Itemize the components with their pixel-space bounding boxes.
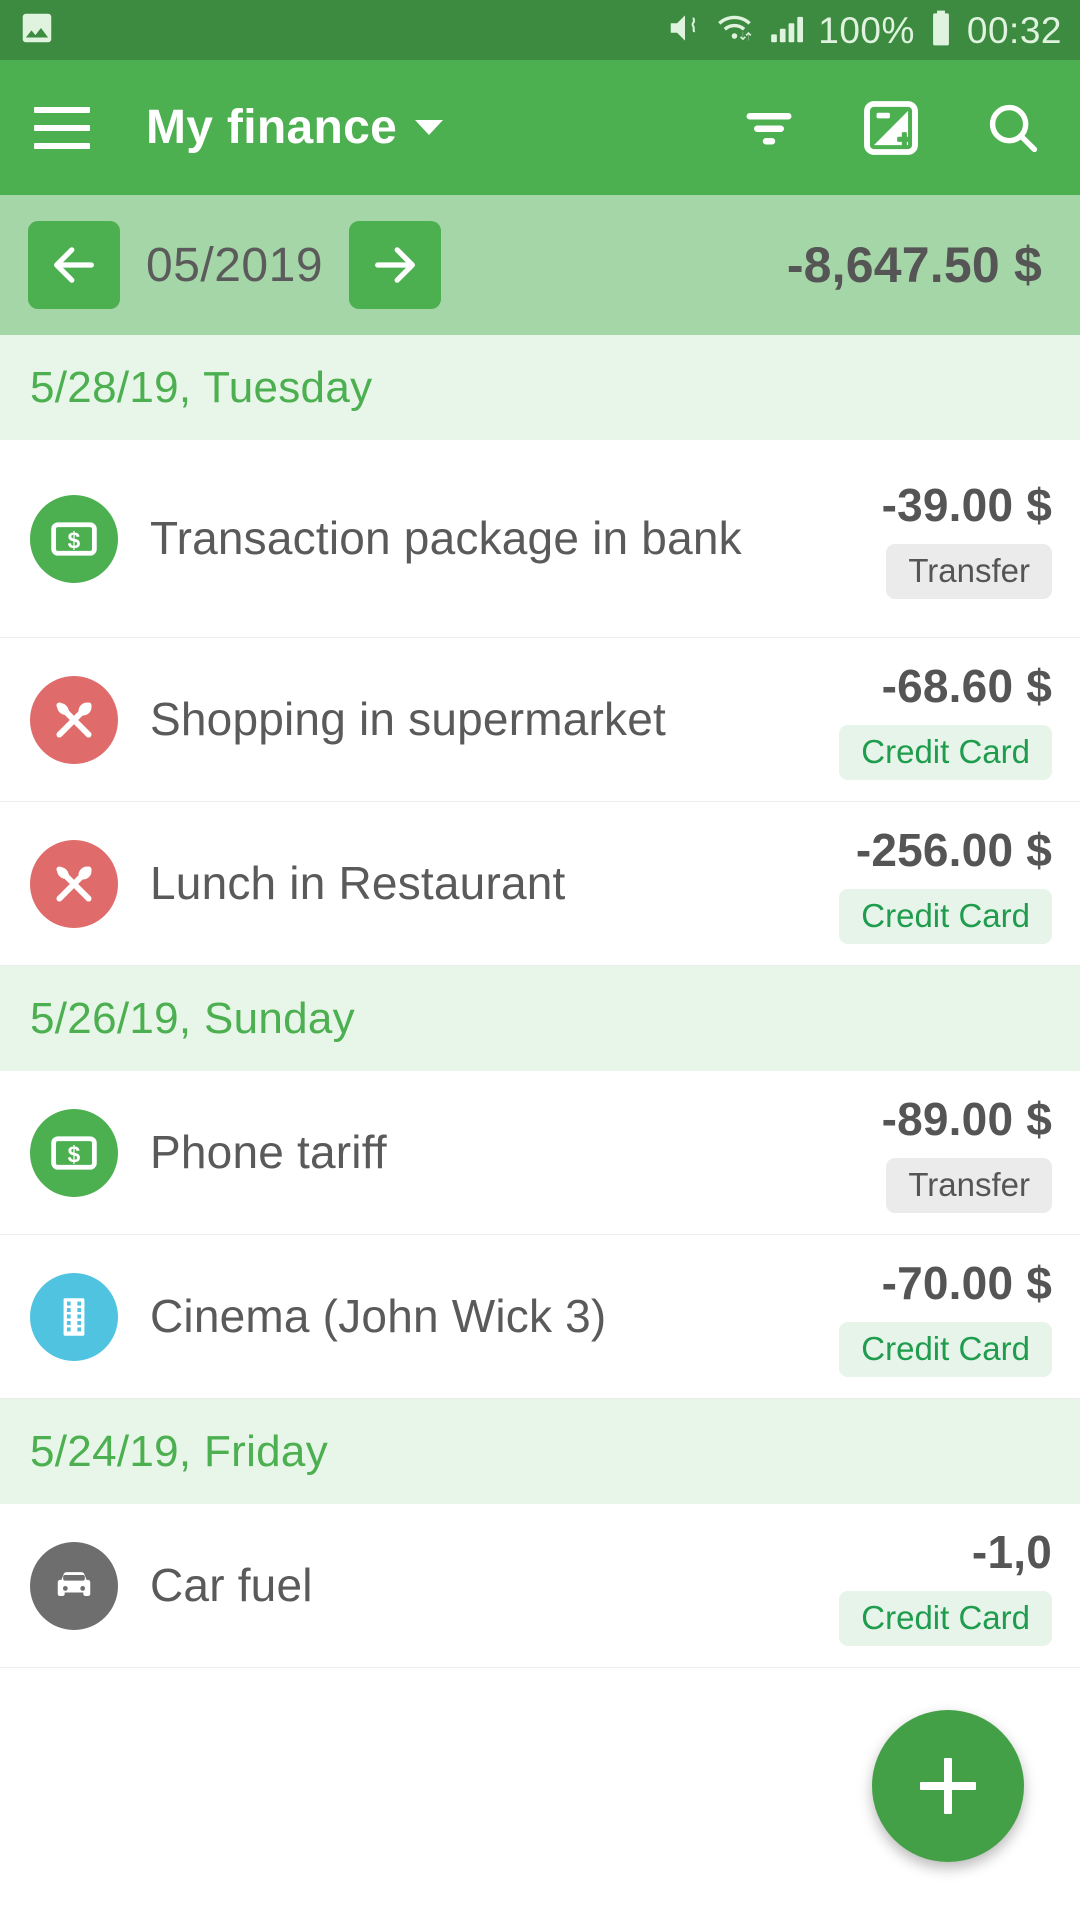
transaction-title: Transaction package in bank (150, 512, 742, 565)
svg-text:$: $ (68, 527, 81, 553)
wifi-icon (716, 9, 756, 52)
chevron-down-icon (415, 120, 444, 135)
transaction-row[interactable]: Lunch in Restaurant -256.00 $ Credit Card (0, 802, 1080, 966)
svg-text:$: $ (68, 1141, 81, 1167)
clock-label: 00:32 (966, 9, 1062, 51)
app-bar-actions (736, 95, 1046, 161)
car-icon (30, 1541, 118, 1630)
transaction-amount: -68.60 $ (881, 660, 1052, 713)
transaction-meta: -70.00 $ Credit Card (839, 1256, 1052, 1377)
transaction-meta: -68.60 $ Credit Card (839, 659, 1052, 780)
payment-method-badge: Credit Card (839, 1322, 1052, 1377)
transaction-amount: -1,0 (971, 1526, 1052, 1579)
previous-month-button[interactable] (28, 221, 120, 309)
page-title: My finance (146, 101, 398, 154)
arrow-right-icon (375, 247, 415, 283)
payment-method-badge: Credit Card (839, 725, 1052, 780)
transaction-title: Cinema (John Wick 3) (150, 1290, 607, 1343)
period-total-amount: -8,647.50 $ (786, 237, 1042, 293)
status-bar-right: 100% 00:32 (666, 9, 1062, 52)
date-group-header: 5/28/19, Tuesday (0, 335, 1080, 440)
account-selector[interactable]: My finance (146, 100, 444, 155)
transaction-meta: -89.00 $ Transfer (881, 1092, 1052, 1213)
month-navigation-bar: 05/2019 -8,647.50 $ (0, 195, 1080, 335)
cutlery-icon (30, 675, 118, 764)
transaction-meta: -39.00 $ Transfer (881, 478, 1052, 599)
transaction-title: Car fuel (150, 1559, 313, 1612)
transaction-row[interactable]: $ Phone tariff -89.00 $ Transfer (0, 1071, 1080, 1235)
transaction-amount: -89.00 $ (881, 1093, 1052, 1146)
banknote-icon: $ (30, 494, 118, 583)
payment-method-badge: Transfer (886, 544, 1052, 599)
status-bar: 100% 00:32 (0, 0, 1080, 60)
search-icon[interactable] (980, 95, 1046, 161)
transaction-meta: -1,0 Credit Card (839, 1525, 1052, 1646)
current-period-label[interactable]: 05/2019 (146, 238, 323, 293)
date-group-header: 5/24/19, Friday (0, 1399, 1080, 1504)
transaction-row[interactable]: Car fuel -1,0 Credit Card (0, 1504, 1080, 1668)
add-transaction-fab[interactable] (872, 1710, 1024, 1862)
next-month-button[interactable] (349, 221, 442, 309)
add-template-icon[interactable] (858, 95, 924, 161)
transaction-title: Lunch in Restaurant (150, 857, 566, 910)
date-group-label: 5/26/19, Sunday (30, 993, 355, 1043)
signal-icon (768, 9, 806, 52)
banknote-icon: $ (30, 1108, 118, 1197)
battery-icon (927, 9, 955, 52)
transaction-amount: -39.00 $ (881, 479, 1052, 532)
transaction-meta: -256.00 $ Credit Card (839, 823, 1052, 944)
transaction-row[interactable]: $ Transaction package in bank -39.00 $ Tran… (0, 440, 1080, 638)
transaction-amount: -256.00 $ (855, 824, 1052, 877)
cutlery-icon (30, 839, 118, 928)
transaction-title: Shopping in supermarket (150, 693, 667, 746)
transaction-list[interactable]: 5/28/19, Tuesday $ Transaction package in … (0, 335, 1080, 1668)
transaction-amount: -70.00 $ (881, 1257, 1052, 1310)
date-group-label: 5/28/19, Tuesday (30, 362, 373, 412)
payment-method-badge: Credit Card (839, 1591, 1052, 1646)
app-bar: My finance (0, 60, 1080, 195)
transaction-row[interactable]: Cinema (John Wick 3) -70.00 $ Credit Card (0, 1235, 1080, 1399)
transaction-row[interactable]: Shopping in supermarket -68.60 $ Credit Ca… (0, 638, 1080, 802)
payment-method-badge: Transfer (886, 1158, 1052, 1213)
film-icon (30, 1272, 118, 1361)
status-bar-left (18, 9, 56, 52)
arrow-left-icon (54, 247, 94, 283)
date-group-label: 5/24/19, Friday (30, 1426, 328, 1476)
battery-percent-label: 100% (818, 9, 915, 51)
transaction-title: Phone tariff (150, 1126, 387, 1179)
app-screen: 100% 00:32 My finance 05/2019 -8,647.50 … (0, 0, 1080, 1920)
hamburger-menu-icon[interactable] (34, 106, 90, 149)
mute-vibrate-icon (666, 9, 704, 52)
payment-method-badge: Credit Card (839, 889, 1052, 944)
plus-icon-vertical (944, 1758, 952, 1814)
filter-icon[interactable] (736, 95, 802, 161)
image-icon (18, 9, 56, 52)
date-group-header: 5/26/19, Sunday (0, 966, 1080, 1071)
